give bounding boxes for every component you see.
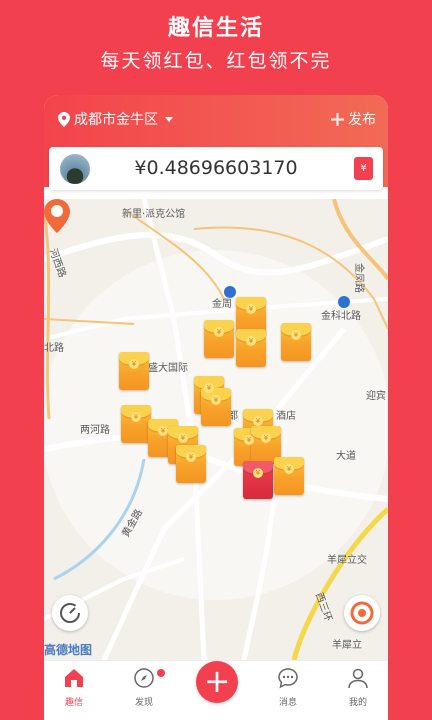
notification-dot — [157, 669, 165, 677]
red-envelope[interactable]: ¥ — [201, 388, 231, 426]
phone-screen: 成都市金牛区 发布 ¥0.48696603170 ¥ 新里·派克公馆 金周 金科… — [44, 95, 388, 720]
map-label: 金凤路 — [353, 263, 364, 293]
tab-label: 趣信 — [64, 698, 83, 708]
map-label: 金科北路 — [321, 311, 361, 322]
locate-icon — [350, 601, 374, 625]
red-envelope[interactable]: ¥ — [121, 405, 151, 443]
red-envelope[interactable]: ¥ — [236, 329, 266, 367]
map-label: 金周 — [212, 299, 232, 310]
map-view[interactable]: 新里·派克公馆 金周 金科北路 金凤路 盛大国际 迎宾 两河路 酒店 大道 黄金… — [44, 199, 388, 660]
map-label: 羊犀立交 — [327, 555, 367, 566]
location-label: 成都市金牛区 — [74, 112, 158, 128]
map-label: 新里·派克公馆 — [122, 209, 186, 220]
red-envelope[interactable]: ¥ — [204, 320, 234, 358]
tab-messages[interactable]: 消息 — [258, 667, 318, 708]
tab-discover[interactable]: 发现 — [114, 667, 174, 708]
plus-icon — [331, 112, 344, 126]
bottom-tab-bar: 趣信 发现 + 消息 我的 — [44, 660, 388, 720]
refresh-icon — [60, 603, 80, 623]
location-pin-icon — [58, 111, 70, 127]
refresh-button[interactable] — [52, 595, 88, 631]
compass-icon — [134, 668, 154, 688]
map-label: 迎宾 — [366, 391, 386, 402]
tab-profile[interactable]: 我的 — [328, 667, 388, 708]
chevron-down-icon — [165, 116, 173, 122]
chat-icon — [278, 668, 298, 689]
add-button[interactable]: + — [196, 661, 238, 703]
tab-label: 消息 — [278, 698, 297, 708]
red-envelope[interactable]: ¥ — [176, 445, 206, 483]
map-provider-logo: 高德地图 — [44, 643, 93, 657]
hero-subtitle: 每天领红包、红包领不完 — [100, 50, 332, 72]
map-label: 两河路 — [80, 425, 110, 436]
balance-amount: ¥0.48696603170 — [134, 157, 298, 179]
map-label: 盛大国际 — [148, 363, 188, 374]
tab-label: 发现 — [134, 698, 153, 708]
red-envelope[interactable]: ¥ — [243, 461, 273, 499]
location-selector[interactable]: 成都市金牛区 — [58, 109, 173, 129]
red-envelope[interactable]: ¥ — [281, 323, 311, 361]
user-icon — [348, 668, 368, 689]
header-bar: 成都市金牛区 发布 ¥0.48696603170 ¥ — [44, 95, 388, 190]
map-marker-icon — [44, 199, 70, 233]
map-label: 大道 — [336, 451, 356, 462]
balance-card: ¥0.48696603170 ¥ — [49, 147, 383, 190]
map-label: 北路 — [44, 343, 64, 354]
locate-button[interactable] — [344, 595, 380, 631]
home-icon — [65, 669, 83, 687]
map-label: 酒店 — [276, 411, 296, 422]
map-label: 羊犀立 — [332, 640, 362, 651]
tab-label: 我的 — [348, 698, 367, 708]
red-envelope[interactable]: ¥ — [119, 352, 149, 390]
wallet-icon[interactable]: ¥ — [354, 157, 373, 180]
tab-home[interactable]: 趣信 — [44, 667, 104, 708]
publish-label: 发布 — [348, 112, 376, 128]
publish-button[interactable]: 发布 — [331, 109, 376, 129]
hero-title: 趣信生活 — [167, 16, 264, 41]
red-envelope[interactable]: ¥ — [274, 457, 304, 495]
